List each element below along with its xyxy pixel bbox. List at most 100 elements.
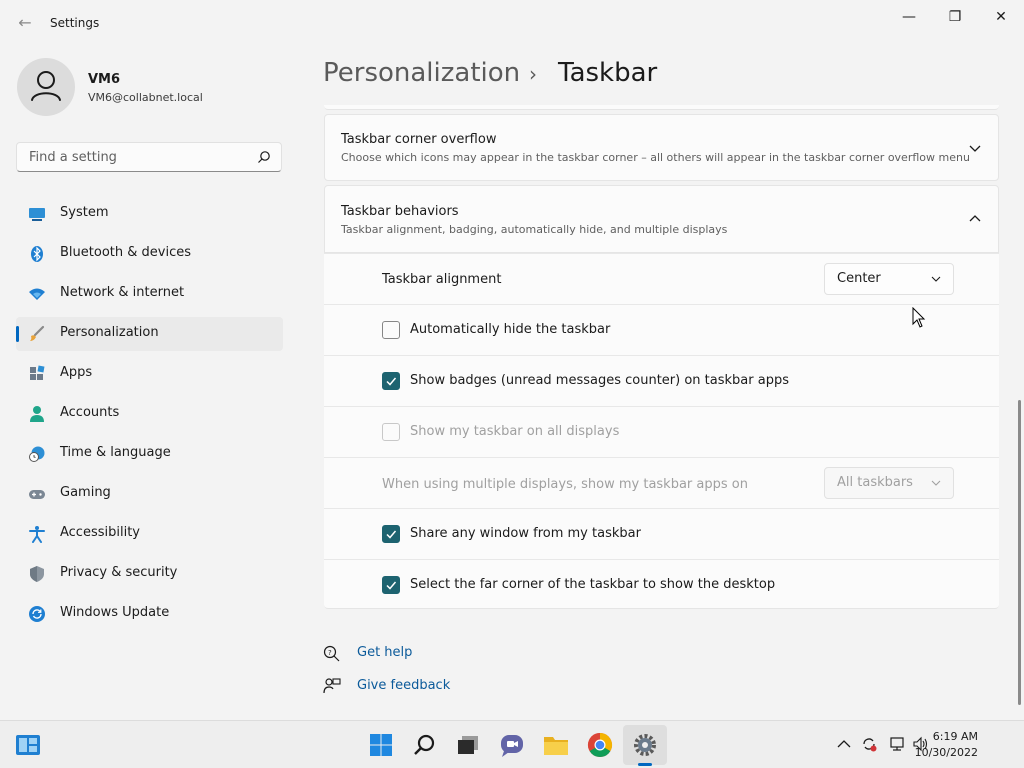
network-icon[interactable] <box>889 736 905 752</box>
sidebar-item-time-language[interactable]: Time & language <box>16 437 283 471</box>
sidebar-item-gaming[interactable]: Gaming <box>16 477 283 511</box>
app-title: Settings <box>50 16 100 30</box>
card-description: Taskbar alignment, badging, automaticall… <box>341 223 728 236</box>
shield-icon <box>30 566 44 582</box>
chevron-down-icon[interactable] <box>968 141 982 155</box>
sidebar-item-windows-update[interactable]: Windows Update <box>16 597 283 631</box>
sidebar-item-label: Gaming <box>60 485 111 500</box>
chevron-down-icon <box>931 276 941 282</box>
chrome-icon[interactable] <box>587 732 613 758</box>
sidebar-item-label: Apps <box>60 365 93 380</box>
checkbox-label: Show my taskbar on all displays <box>410 424 620 439</box>
checkmark-icon <box>386 377 397 386</box>
taskbar-behaviors-card[interactable]: Taskbar behaviors Taskbar alignment, bad… <box>324 185 999 253</box>
dropdown-value: All taskbars <box>837 475 913 490</box>
help-icon: ? <box>323 645 340 662</box>
task-view-icon[interactable] <box>455 732 481 758</box>
person-icon <box>30 406 44 422</box>
checkbox-label: Share any window from my taskbar <box>410 526 641 541</box>
maximize-button[interactable]: ❐ <box>932 6 978 28</box>
checkbox-label: Automatically hide the taskbar <box>410 322 611 337</box>
widgets-icon[interactable] <box>15 732 41 758</box>
badges-row: Show badges (unread messages counter) on… <box>324 355 999 406</box>
checkmark-icon <box>386 581 397 590</box>
checkbox-label: Show badges (unread messages counter) on… <box>410 373 789 388</box>
user-email: VM6@collabnet.local <box>88 91 203 104</box>
checkmark-icon <box>386 530 397 539</box>
breadcrumb-parent[interactable]: Personalization <box>323 58 520 88</box>
svg-text:?: ? <box>328 649 332 657</box>
sidebar-item-label: Windows Update <box>60 605 170 620</box>
taskbar: 6:19 AM 10/30/2022 <box>0 720 1024 768</box>
get-help-label: Get help <box>357 645 413 660</box>
far-corner-checkbox[interactable] <box>382 576 400 594</box>
sidebar-item-system[interactable]: System <box>16 197 283 231</box>
sidebar-item-privacy[interactable]: Privacy & security <box>16 557 283 591</box>
far-corner-row: Select the far corner of the taskbar to … <box>324 559 999 609</box>
corner-overflow-card[interactable]: Taskbar corner overflow Choose which ico… <box>324 114 999 181</box>
share-window-checkbox[interactable] <box>382 525 400 543</box>
row-label: Taskbar alignment <box>382 272 502 287</box>
gamepad-icon <box>29 490 45 499</box>
file-explorer-icon[interactable] <box>543 732 569 758</box>
sidebar-item-label: Bluetooth & devices <box>60 245 191 260</box>
paintbrush-icon <box>30 325 45 341</box>
dropdown-value: Center <box>837 271 881 286</box>
user-name: VM6 <box>88 72 121 87</box>
sidebar-item-network[interactable]: Network & internet <box>16 277 283 311</box>
search-box[interactable] <box>16 142 282 172</box>
card-description: Choose which icons may appear in the tas… <box>341 151 970 164</box>
close-button[interactable]: ✕ <box>978 6 1024 28</box>
bluetooth-icon <box>31 246 43 262</box>
mouse-cursor-icon <box>912 307 926 328</box>
sidebar-item-bluetooth[interactable]: Bluetooth & devices <box>16 237 283 271</box>
sidebar-item-personalization[interactable]: Personalization <box>16 317 283 351</box>
accessibility-icon <box>29 526 45 543</box>
settings-icon[interactable] <box>632 732 658 758</box>
badges-checkbox[interactable] <box>382 372 400 390</box>
search-input[interactable] <box>27 149 251 166</box>
share-window-row: Share any window from my taskbar <box>324 508 999 559</box>
chat-icon[interactable] <box>499 732 525 758</box>
search-icon[interactable] <box>257 150 271 164</box>
give-feedback-link[interactable]: Give feedback <box>323 676 463 698</box>
chevron-up-icon[interactable] <box>836 736 852 752</box>
clock-time[interactable]: 6:19 AM <box>933 730 978 743</box>
multi-display-dropdown[interactable]: All taskbars <box>824 467 954 499</box>
sidebar-item-apps[interactable]: Apps <box>16 357 283 391</box>
all-displays-row: Show my taskbar on all displays <box>324 406 999 457</box>
person-icon <box>31 71 61 101</box>
previous-card-edge <box>324 105 999 110</box>
back-button[interactable]: ← <box>14 12 36 34</box>
feedback-icon <box>323 678 341 694</box>
active-app-indicator <box>638 763 652 766</box>
apps-icon <box>30 365 45 380</box>
chevron-up-icon[interactable] <box>968 212 982 226</box>
card-title: Taskbar behaviors <box>341 204 459 219</box>
give-feedback-label: Give feedback <box>357 678 451 693</box>
clock-globe-icon <box>29 446 45 462</box>
sync-icon[interactable] <box>861 736 877 752</box>
content-scrollbar[interactable] <box>1018 400 1021 705</box>
get-help-link[interactable]: ? Get help <box>323 643 463 665</box>
taskbar-alignment-row: Taskbar alignment Center <box>324 253 999 304</box>
start-icon[interactable] <box>368 732 394 758</box>
auto-hide-checkbox[interactable] <box>382 321 400 339</box>
card-title: Taskbar corner overflow <box>341 132 497 147</box>
taskbar-alignment-dropdown[interactable]: Center <box>824 263 954 295</box>
sidebar-item-accessibility[interactable]: Accessibility <box>16 517 283 551</box>
clock-date[interactable]: 10/30/2022 <box>915 746 978 759</box>
minimize-button[interactable]: — <box>886 6 932 28</box>
checkbox-label: Select the far corner of the taskbar to … <box>410 577 776 592</box>
sidebar-item-label: Time & language <box>60 445 171 460</box>
breadcrumb-separator: › <box>529 62 537 86</box>
page-title: Taskbar <box>558 58 658 88</box>
sidebar-item-label: System <box>60 205 109 220</box>
avatar[interactable] <box>17 58 75 116</box>
all-displays-checkbox[interactable] <box>382 423 400 441</box>
search-icon[interactable] <box>412 732 438 758</box>
sidebar-item-label: Network & internet <box>60 285 185 300</box>
update-icon <box>29 606 45 622</box>
sidebar-item-accounts[interactable]: Accounts <box>16 397 283 431</box>
sidebar-item-label: Accounts <box>60 405 120 420</box>
